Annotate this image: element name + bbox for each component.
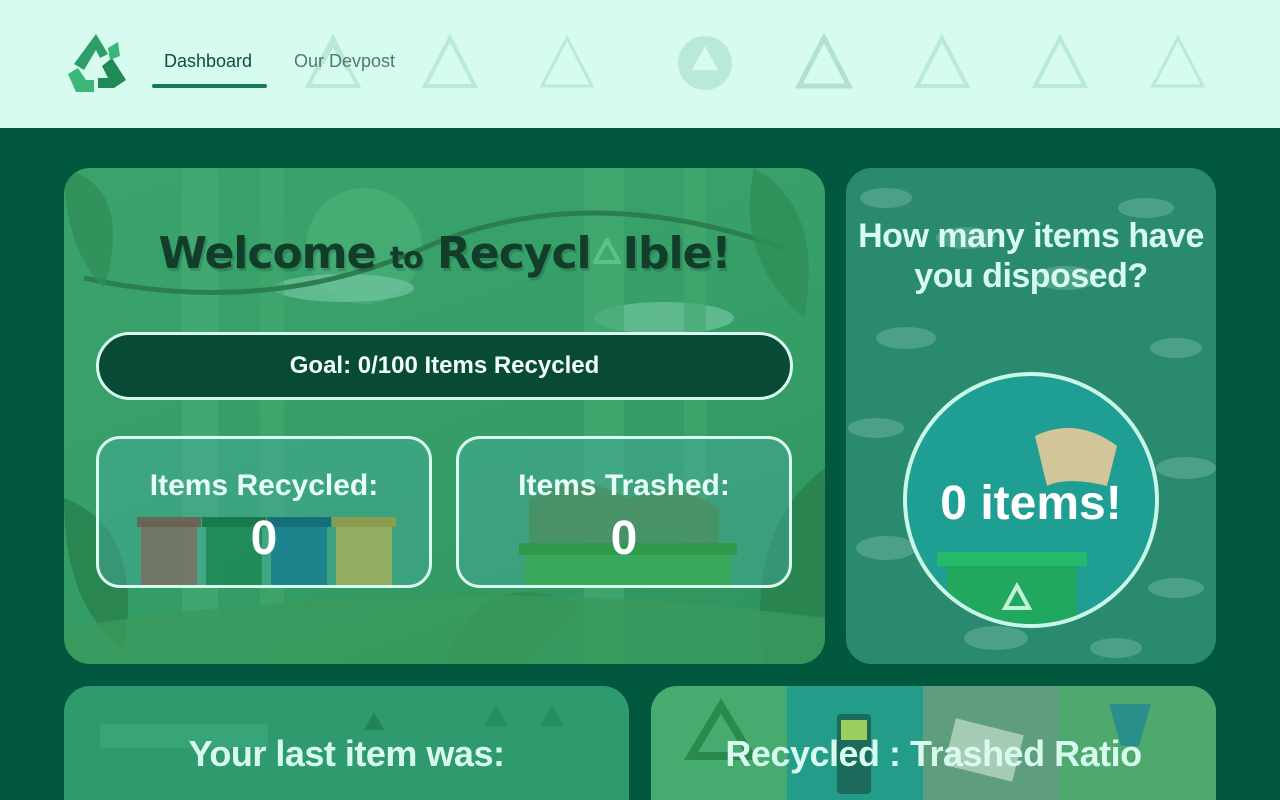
items-recycled-label: Items Recycled:	[149, 469, 379, 502]
items-disposed-card: How many items have you disposed? 0 item…	[846, 168, 1216, 664]
top-navbar: Dashboard Our Devpost	[0, 0, 1280, 128]
disposed-question: How many items have you disposed?	[858, 217, 1204, 295]
recycle-icon	[678, 36, 732, 90]
ratio-heading: Recycled : Trashed Ratio	[725, 733, 1142, 774]
recycle-icon	[1150, 34, 1206, 88]
goal-progress-bar: Goal: 0/100 Items Recycled	[96, 332, 793, 400]
recycle-icon	[1031, 33, 1089, 88]
tab-dashboard[interactable]: Dashboard	[164, 51, 252, 72]
active-tab-indicator	[152, 84, 267, 88]
recycle-icon	[421, 33, 479, 88]
items-disposed-counter[interactable]: 0 items!	[903, 372, 1159, 628]
tab-our-devpost[interactable]: Our Devpost	[294, 51, 395, 72]
last-item-card: Your last item was:	[64, 686, 629, 800]
recycle-icon	[794, 32, 854, 89]
last-item-heading: Your last item was:	[188, 733, 505, 774]
recycle-icon	[592, 238, 621, 264]
items-trashed-value: 0	[610, 512, 638, 565]
recycle-icon	[913, 33, 971, 88]
ratio-card: Recycled : Trashed Ratio	[651, 686, 1216, 800]
items-trashed-box: Items Trashed: 0	[456, 436, 792, 588]
items-recycled-value: 0	[250, 512, 278, 565]
welcome-card: Welcome to Recycl Ible! Goal: 0/100 Items…	[64, 168, 825, 664]
items-recycled-box: Items Recycled: 0	[96, 436, 432, 588]
recycle-logo-icon[interactable]	[62, 30, 130, 96]
items-trashed-label: Items Trashed:	[518, 469, 730, 502]
items-disposed-count: 0 items!	[940, 477, 1122, 530]
welcome-title: Welcome to Recycl Ible!	[158, 228, 731, 279]
recycle-icon	[539, 34, 595, 88]
